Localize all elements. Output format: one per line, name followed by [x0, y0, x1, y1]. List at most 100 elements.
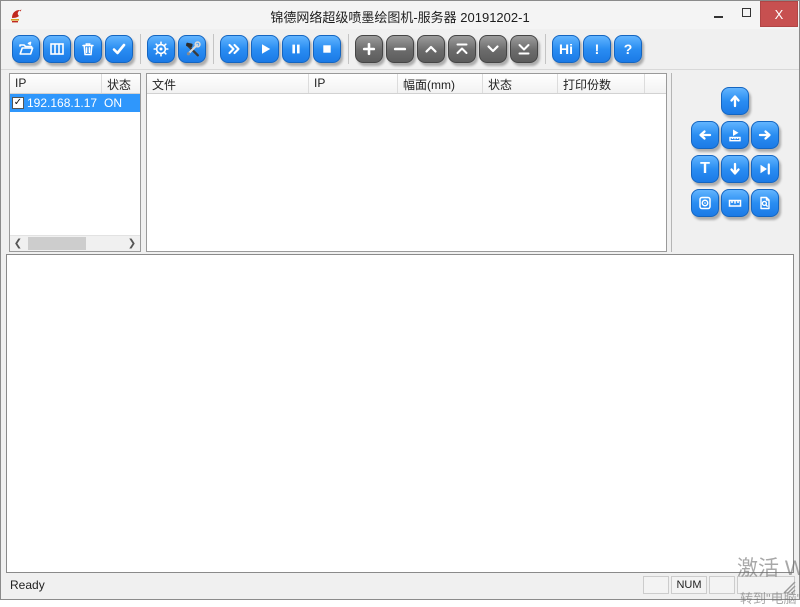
scroll-right-icon[interactable]: ❯ [124, 237, 140, 251]
horizontal-scrollbar[interactable]: ❮ ❯ [10, 235, 140, 251]
device-status: ON [104, 96, 140, 110]
hammer-wrench-icon [184, 41, 201, 58]
fast-forward-button[interactable] [220, 35, 248, 63]
chevron-up-bar-icon [454, 41, 470, 57]
column-header-ip[interactable]: IP [309, 74, 398, 93]
arrow-down-icon [727, 161, 743, 177]
gear-icon [153, 41, 169, 57]
jog-up-button[interactable] [721, 87, 749, 115]
device-ip: 192.168.1.17 [27, 96, 104, 110]
preview-canvas[interactable] [6, 254, 794, 573]
hi-label: Hi [559, 42, 573, 56]
ruler-icon [727, 195, 743, 211]
toolbar-separator [140, 34, 141, 64]
jog-down-button[interactable] [721, 155, 749, 183]
settings-button[interactable] [147, 35, 175, 63]
control-pad-grid: T [675, 84, 795, 220]
main-toolbar: Hi ! ? [1, 29, 799, 70]
pause-icon [288, 41, 304, 57]
resize-grip[interactable] [783, 581, 796, 594]
column-header-status[interactable]: 状态 [483, 74, 558, 93]
skip-end-icon [757, 161, 773, 177]
chevron-up-icon [423, 41, 439, 57]
move-bottom-button[interactable] [510, 35, 538, 63]
move-down-button[interactable] [479, 35, 507, 63]
plus-icon [361, 41, 377, 57]
doc-magnifier-icon [757, 195, 773, 211]
control-pad: T [675, 73, 795, 252]
stop-icon [319, 41, 335, 57]
app-window: 锦德网络超级喷墨绘图机-服务器 20191202-1 X [0, 0, 800, 600]
view-columns-button[interactable] [43, 35, 71, 63]
move-up-button[interactable] [417, 35, 445, 63]
toolbar-separator [213, 34, 214, 64]
toolbar-separator [545, 34, 546, 64]
delete-button[interactable] [74, 35, 102, 63]
column-header-ip[interactable]: IP [10, 74, 102, 93]
column-header-copies[interactable]: 打印份数 [558, 74, 645, 93]
title-bar: 锦德网络超级喷墨绘图机-服务器 20191202-1 X [1, 1, 799, 29]
open-file-button[interactable] [12, 35, 40, 63]
status-bar: Ready NUM [1, 573, 799, 597]
job-table-body[interactable] [147, 94, 666, 251]
preview-button[interactable] [751, 189, 779, 217]
scrollbar-track[interactable] [26, 236, 124, 251]
measure-button[interactable] [721, 189, 749, 217]
scrollbar-thumb[interactable] [28, 237, 86, 250]
double-chevron-right-icon [226, 41, 242, 57]
jog-right-button[interactable] [751, 121, 779, 149]
status-cell [709, 576, 735, 594]
device-list-header: IP 状态 [10, 74, 140, 94]
move-top-button[interactable] [448, 35, 476, 63]
alert-button[interactable]: ! [583, 35, 611, 63]
trash-icon [80, 41, 96, 57]
play-ruler-icon [727, 127, 743, 143]
help-button[interactable]: ? [614, 35, 642, 63]
device-list-body: 192.168.1.17 ON [10, 94, 140, 235]
minus-icon [392, 41, 408, 57]
confirm-button[interactable] [105, 35, 133, 63]
chevron-down-bar-icon [516, 41, 532, 57]
arrow-up-icon [727, 93, 743, 109]
maximize-button[interactable] [732, 1, 760, 23]
print-start-button[interactable] [721, 121, 749, 149]
column-header-blank [645, 74, 666, 93]
column-header-status[interactable]: 状态 [102, 74, 140, 93]
maximize-icon [742, 8, 751, 17]
hi-button[interactable]: Hi [552, 35, 580, 63]
jog-end-button[interactable] [751, 155, 779, 183]
play-button[interactable] [251, 35, 279, 63]
platen-icon [697, 195, 713, 211]
tools-button[interactable] [178, 35, 206, 63]
chevron-down-icon [485, 41, 501, 57]
column-header-file[interactable]: 文件 [147, 74, 309, 93]
window-controls: X [704, 1, 799, 27]
close-button[interactable]: X [760, 1, 798, 27]
scroll-left-icon[interactable]: ❮ [10, 237, 26, 251]
minimize-button[interactable] [704, 1, 732, 23]
pad-empty-cell [690, 84, 720, 118]
status-message: Ready [10, 578, 45, 592]
main-area: IP 状态 192.168.1.17 ON ❮ ❯ 文件 [1, 70, 799, 252]
stop-button[interactable] [313, 35, 341, 63]
jog-left-button[interactable] [691, 121, 719, 149]
arrow-left-icon [697, 127, 713, 143]
arrow-right-icon [757, 127, 773, 143]
columns-icon [49, 41, 65, 57]
toolbar-separator [348, 34, 349, 64]
device-list-panel: IP 状态 192.168.1.17 ON ❮ ❯ [9, 73, 141, 252]
column-header-size[interactable]: 幅面(mm) [398, 74, 483, 93]
add-button[interactable] [355, 35, 383, 63]
platen-button[interactable] [691, 189, 719, 217]
text-tool-button[interactable]: T [691, 155, 719, 183]
pause-button[interactable] [282, 35, 310, 63]
window-title: 锦德网络超级喷墨绘图机-服务器 20191202-1 [270, 7, 529, 26]
device-row[interactable]: 192.168.1.17 ON [10, 94, 140, 112]
remove-button[interactable] [386, 35, 414, 63]
question-icon: ? [624, 42, 633, 56]
device-checkbox[interactable] [12, 97, 24, 109]
folder-open-icon [18, 41, 34, 57]
num-lock-indicator: NUM [671, 576, 707, 594]
exclamation-icon: ! [595, 42, 600, 56]
status-cell [643, 576, 669, 594]
